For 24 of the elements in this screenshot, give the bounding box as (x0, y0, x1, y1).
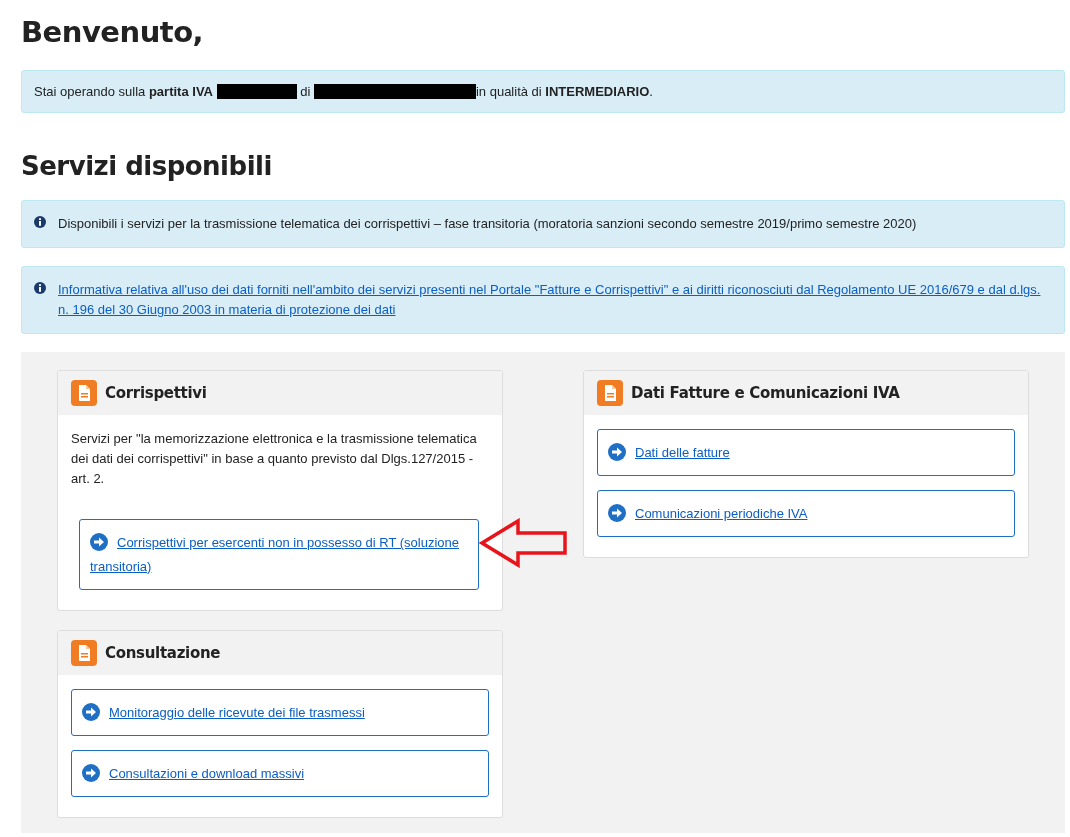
arrow-circle-icon (608, 504, 626, 522)
card-title: Dati Fatture e Comunicazioni IVA (631, 384, 900, 402)
document-icon (71, 380, 97, 406)
arrow-circle-icon (82, 764, 100, 782)
info-icon (34, 282, 46, 294)
card-title: Consultazione (105, 644, 221, 662)
service-link[interactable]: Consultazioni e download massivi (71, 750, 489, 797)
card-title: Corrispettivi (105, 384, 207, 402)
arrow-circle-icon (90, 533, 108, 551)
document-icon (597, 380, 623, 406)
operating-notice: Stai operando sulla partita IVA di in qualità di INTERMEDIARIO. (34, 84, 653, 99)
service-link[interactable]: Monitoraggio delle ricevute dei file trasmessi (71, 689, 489, 736)
privacy-link[interactable]: Informativa relativa all'uso dei dati forniti nell'ambito dei servizi presenti nel Portale "Fatture e Corrispettivi" e ai diritti riconosciuti dal Regolamento UE 2016/679 e dal d.lgs. n. 196 del 30 Giugno 2003 in materia di protezione dei dati (58, 280, 1052, 320)
service-link[interactable]: Corrispettivi per esercenti non in possesso di RT (soluzione transitoria) (79, 519, 479, 590)
welcome-heading: Benvenuto, (21, 14, 205, 50)
info-icon (34, 216, 46, 228)
service-link[interactable]: Comunicazioni periodiche IVA (597, 490, 1015, 537)
info-message: Disponibili i servizi per la trasmissione telematica dei corrispettivi – fase transitoria (moratoria sanzioni secondo semestre 2019/primo semestre 2020) (58, 215, 917, 233)
document-icon (71, 640, 97, 666)
card-description: Servizi per "la memorizzazione elettronica e la trasmissione telematica dei dati dei corrispettivi" in base a quanto previsto dal Dlgs.127/2015 - art. 2. (71, 430, 478, 488)
section-heading: Servizi disponibili (21, 150, 273, 182)
service-link[interactable]: Dati delle fatture (597, 429, 1015, 476)
arrow-circle-icon (82, 703, 100, 721)
arrow-circle-icon (608, 443, 626, 461)
